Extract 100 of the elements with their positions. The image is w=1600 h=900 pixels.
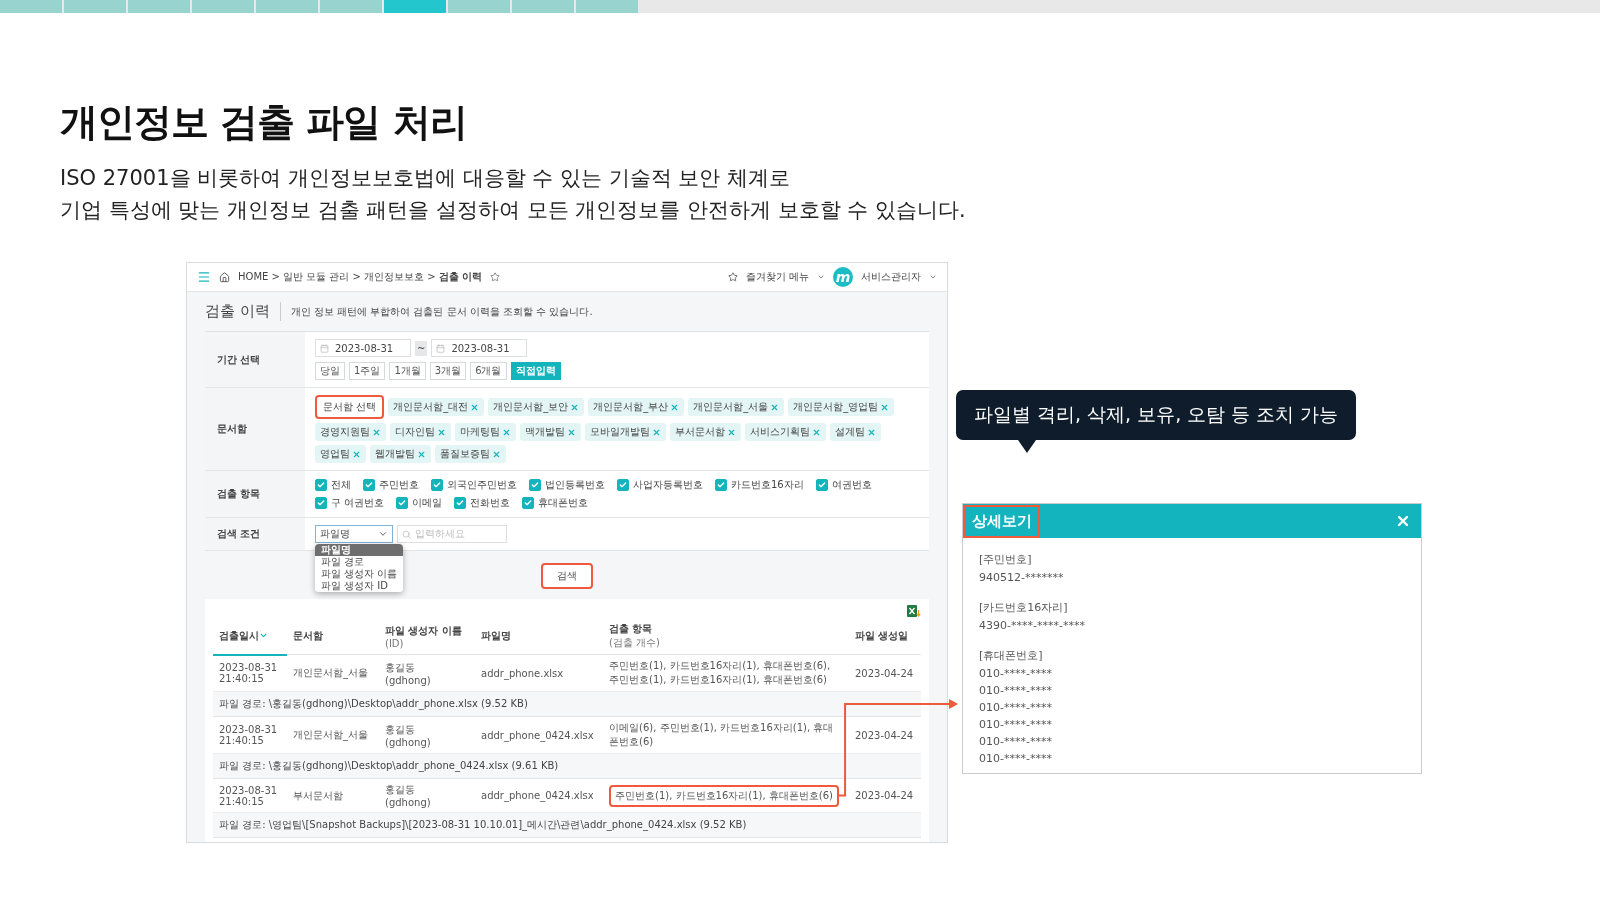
remove-icon[interactable] bbox=[492, 449, 501, 459]
checkbox-label: 전화번호 bbox=[470, 496, 511, 510]
column-header[interactable]: 파일 생성자 이름 bbox=[385, 623, 462, 638]
field-label: 문서함 bbox=[205, 388, 305, 470]
remove-icon[interactable] bbox=[372, 427, 381, 437]
column-subheader: (검출 개수) bbox=[609, 636, 660, 650]
checkbox[interactable] bbox=[431, 479, 443, 491]
field-label: 검색 조건 bbox=[205, 518, 305, 550]
checkbox[interactable] bbox=[315, 479, 327, 491]
table-cell: 2023-08-31 21:40:15 bbox=[213, 778, 287, 813]
remove-icon[interactable] bbox=[770, 402, 780, 412]
favorites-menu[interactable]: 즐겨찾기 메뉴 bbox=[745, 270, 809, 284]
folder-tag: 부서문서함 bbox=[670, 423, 741, 441]
date-field[interactable]: 2023-08-31 bbox=[315, 339, 411, 357]
checkbox[interactable] bbox=[617, 479, 629, 491]
column-subheader: (ID) bbox=[385, 637, 404, 649]
range-separator: ~ bbox=[415, 340, 428, 356]
remove-icon[interactable] bbox=[470, 402, 480, 412]
section-title: 검출 이력 bbox=[205, 302, 281, 321]
table-cell: addr_phone.xlsx bbox=[475, 654, 603, 692]
column-header[interactable]: 문서함 bbox=[293, 629, 323, 643]
caret-icon[interactable] bbox=[817, 273, 825, 281]
checkbox-label: 주민번호 bbox=[379, 478, 419, 492]
calendar-icon[interactable] bbox=[320, 343, 329, 353]
checkbox[interactable] bbox=[363, 479, 375, 491]
file-path: 파일 경로: \홍길동(gdhong)\Desktop\addr_phone.xlsx (9.52 KB) bbox=[213, 691, 921, 717]
column-header[interactable]: 파일 생성일 bbox=[855, 629, 909, 643]
date-field[interactable]: 2023-08-31 bbox=[431, 339, 528, 357]
remove-icon[interactable] bbox=[437, 427, 446, 437]
table-cell: 홍길동 (gdhong) bbox=[379, 778, 475, 813]
folder-tag: 서비스기획팀 bbox=[745, 423, 826, 441]
masked-value: 4390-****-****-**** bbox=[979, 619, 1086, 632]
description-text: ISO 27001을 비롯하여 개인정보보호법에 대응할 수 있는 기술적 보안 체계로 bbox=[60, 165, 791, 192]
detail-label: [휴대폰번호] bbox=[979, 648, 1044, 663]
logo: m bbox=[833, 267, 853, 287]
remove-icon[interactable] bbox=[652, 427, 661, 437]
folder-tag: 모바일개발팀 bbox=[585, 423, 666, 441]
folder-select-button[interactable]: 문서함 선택 bbox=[315, 395, 385, 419]
column-header[interactable]: 검출 항목 bbox=[609, 622, 653, 636]
period-button[interactable]: 6개월 bbox=[470, 362, 507, 380]
checkbox[interactable] bbox=[522, 497, 535, 509]
remove-icon[interactable] bbox=[880, 402, 890, 412]
panel-title: 상세보기 bbox=[964, 504, 1040, 538]
remove-icon[interactable] bbox=[670, 402, 680, 412]
remove-icon[interactable] bbox=[812, 427, 821, 437]
checkbox[interactable] bbox=[715, 479, 727, 491]
masked-value: 010-****-**** bbox=[979, 701, 1053, 714]
calendar-icon[interactable] bbox=[436, 343, 446, 353]
remove-icon[interactable] bbox=[417, 449, 426, 459]
remove-icon[interactable] bbox=[867, 427, 876, 437]
star-icon[interactable] bbox=[490, 272, 501, 282]
period-button[interactable]: 3개월 bbox=[429, 362, 467, 380]
detected-items[interactable]: 주민번호(1), 카드번호16자리(1), 휴대폰번호(6), 주민번호(1), 카드번호16자리(1), 휴대폰번호(6) bbox=[609, 659, 843, 687]
search-button[interactable]: 검색 bbox=[541, 563, 593, 589]
spreadsheet-download-icon[interactable] bbox=[907, 605, 921, 618]
checkbox[interactable] bbox=[315, 497, 327, 509]
dropdown-option[interactable]: 파일 생성자 ID bbox=[315, 580, 404, 592]
table-cell: addr_phone_0424.xlsx bbox=[475, 778, 603, 813]
page-heading: 개인정보 검출 파일 처리 bbox=[60, 99, 468, 146]
checkbox[interactable] bbox=[396, 497, 409, 509]
condition-select[interactable]: 파일명 bbox=[315, 525, 393, 543]
field-label: 기간 선택 bbox=[205, 332, 305, 387]
checkbox[interactable] bbox=[815, 479, 828, 491]
checkbox[interactable] bbox=[529, 479, 541, 491]
detected-items[interactable]: 이메일(6), 주민번호(1), 카드번호16자리(1), 휴대폰번호(6) bbox=[609, 721, 843, 749]
file-path: 파일 경로: \영업팀\[Snapshot Backups]\[2023-08-31 10.10.01]_메시간\관련\addr_phone_0424.xlsx (9.52 KB) bbox=[213, 812, 921, 838]
period-button[interactable]: 당일 bbox=[315, 362, 345, 380]
detail-label: [주민번호] bbox=[979, 552, 1033, 567]
remove-icon[interactable] bbox=[567, 427, 576, 437]
checkbox-label: 카드번호16자리 bbox=[731, 478, 804, 492]
period-button[interactable]: 1개월 bbox=[389, 362, 426, 380]
caret-icon[interactable] bbox=[929, 273, 937, 281]
folder-tag: 개인문서함_영업팀 bbox=[788, 398, 895, 416]
masked-value: 010-****-**** bbox=[979, 684, 1053, 697]
checkbox-label: 휴대폰번호 bbox=[538, 496, 589, 510]
column-header[interactable]: 파일명 bbox=[481, 629, 511, 643]
remove-icon[interactable] bbox=[352, 449, 361, 459]
remove-icon[interactable] bbox=[570, 402, 580, 412]
table-cell: 개인문서함_서울 bbox=[287, 654, 379, 692]
star-icon[interactable] bbox=[727, 272, 738, 282]
folder-tag: 디자인팀 bbox=[390, 423, 451, 441]
column-header[interactable]: 검출일시 bbox=[219, 628, 259, 643]
menu-icon[interactable] bbox=[197, 270, 211, 284]
folder-tag: 경영지원팀 bbox=[315, 423, 386, 441]
remove-icon[interactable] bbox=[727, 427, 736, 437]
home-icon[interactable] bbox=[219, 271, 230, 283]
close-icon[interactable] bbox=[1395, 513, 1411, 529]
table-cell: 2023-04-24 bbox=[849, 716, 921, 754]
table-cell: addr_phone_0424.xlsx bbox=[475, 716, 603, 754]
folder-tag: 개인문서함_부산 bbox=[588, 398, 685, 416]
dropdown-option[interactable]: 파일 생성자 이름 bbox=[315, 568, 404, 580]
period-button[interactable]: 1주일 bbox=[349, 362, 386, 380]
user-menu[interactable]: 서비스관리자 bbox=[861, 270, 921, 284]
table-cell: 2023-08-31 21:40:15 bbox=[213, 654, 287, 692]
detected-items[interactable]: 주민번호(1), 카드번호16자리(1), 휴대폰번호(6) bbox=[609, 784, 839, 807]
checkbox[interactable] bbox=[454, 497, 467, 509]
caret-icon[interactable] bbox=[378, 529, 388, 539]
remove-icon[interactable] bbox=[502, 427, 511, 437]
dropdown-option[interactable]: 파일명 bbox=[315, 544, 404, 556]
dropdown-option[interactable]: 파일 경로 bbox=[315, 556, 404, 568]
